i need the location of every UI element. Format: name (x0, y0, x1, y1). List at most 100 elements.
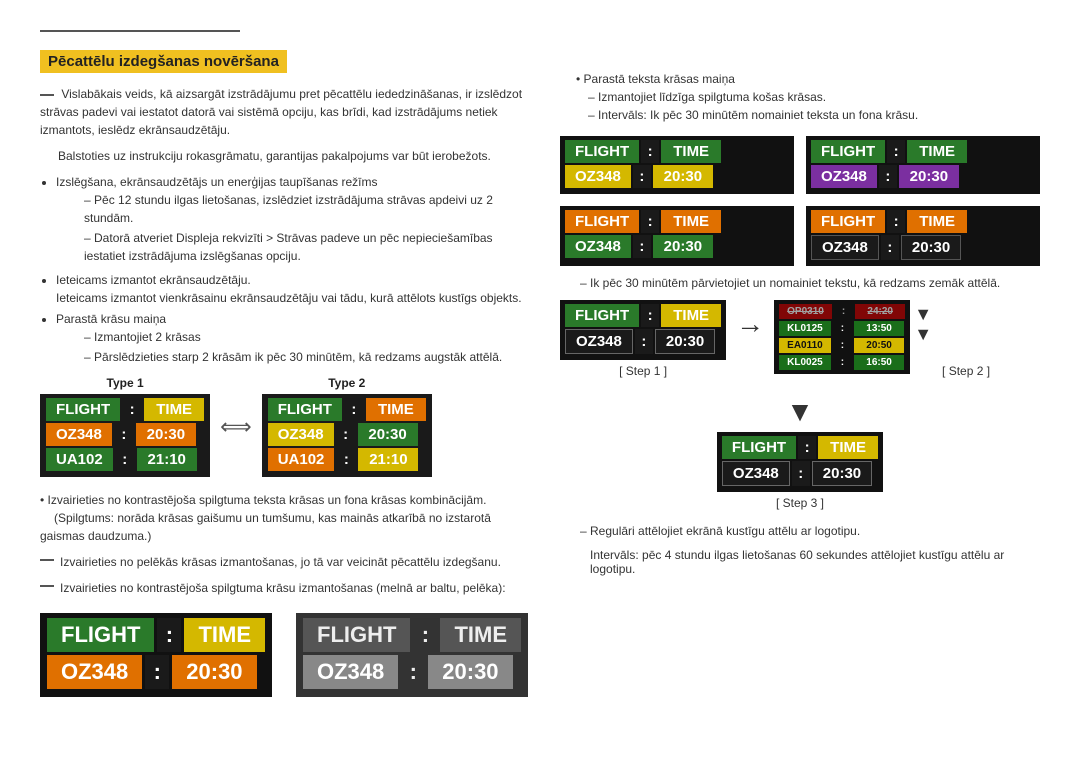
rb3-flight: OZ348 (565, 235, 631, 258)
rb2-h-colon: : (887, 140, 905, 163)
type1-flight2: UA102 (46, 448, 113, 471)
rb4-h-flight: FLIGHT (811, 210, 885, 233)
down-arrow-2: ▼ (914, 325, 932, 345)
step1-board: FLIGHT : TIME OZ348 : 20:30 (560, 300, 726, 360)
type1-board: FLIGHT : TIME OZ348 : 20:30 UA102 : (40, 394, 210, 477)
rb1-header: FLIGHT : TIME (565, 140, 789, 163)
rb1-h-flight: FLIGHT (565, 140, 639, 163)
page-container: Pēcattēlu izdegšanas novēršana Vislabāka… (0, 0, 1080, 727)
bullet-item-3: Parastā krāsu maiņa Izmantojiet 2 krāsas… (56, 310, 530, 366)
down-arrows: ▼ ▼ (914, 305, 932, 345)
avoid-note3-row: Izvairieties no kontrastējoša spilgtuma … (40, 579, 530, 597)
s2r2-flight: KL0125 (779, 321, 831, 336)
rb4-flight: OZ348 (811, 235, 879, 260)
rb4-row1: OZ348 : 20:30 (811, 235, 1035, 260)
main-bullets: Izslēgšana, ekrānsaudzētājs un enerģijas… (56, 173, 530, 366)
step3-board: FLIGHT : TIME OZ348 : 20:30 (717, 432, 883, 492)
type2-flight2: UA102 (268, 448, 335, 471)
type1-label: Type 1 (40, 376, 210, 390)
dash-1a: Pēc 12 stundu ilgas lietošanas, izslēdzi… (84, 191, 530, 227)
type1-section: Type 1 FLIGHT : TIME OZ348 : 20:30 (40, 376, 210, 477)
right-boards-grid: FLIGHT : TIME OZ348 : 20:30 FLIGHT : (560, 136, 1040, 266)
rb4-colon: : (881, 235, 899, 260)
step2-board: OP0310 : 24:20 KL0125 : 13:50 EA0110 : (774, 300, 910, 374)
large-board1-h-time: TIME (184, 618, 265, 652)
type2-header-colon: : (344, 398, 364, 421)
rb2-colon: : (879, 165, 897, 188)
step2-section: OP0310 : 24:20 KL0125 : 13:50 EA0110 : (774, 300, 932, 374)
large-board2-time1: 20:30 (428, 655, 512, 689)
type1-header-flight: FLIGHT (46, 398, 120, 421)
rb4-time: 20:30 (901, 235, 961, 260)
step2-scroll-row2: KL0125 : 13:50 (779, 321, 905, 336)
right-board-2: FLIGHT : TIME OZ348 : 20:30 (806, 136, 1040, 194)
step3-time: 20:30 (812, 461, 872, 486)
large-board2-flight1: OZ348 (303, 655, 398, 689)
type2-time1: 20:30 (358, 423, 418, 446)
right-board-4: FLIGHT : TIME OZ348 : 20:30 (806, 206, 1040, 266)
step3-flight: OZ348 (722, 461, 790, 486)
step3-arrow-down: ▼ (786, 396, 814, 428)
rb1-colon: : (633, 165, 651, 188)
rb2-row1: OZ348 : 20:30 (811, 165, 1035, 188)
type1-time2: 21:10 (137, 448, 197, 471)
left-column: Pēcattēlu izdegšanas novēršana Vislabāka… (40, 50, 530, 697)
rb3-header: FLIGHT : TIME (565, 210, 789, 233)
large-board2-h-flight: FLIGHT (303, 618, 410, 652)
rb2-header: FLIGHT : TIME (811, 140, 1035, 163)
right-dash2: Intervāls: Ik pēc 30 minūtēm nomainiet t… (588, 106, 1040, 124)
rb3-h-flight: FLIGHT (565, 210, 639, 233)
step1-h-colon: : (641, 304, 659, 327)
rb2-h-flight: FLIGHT (811, 140, 885, 163)
type1-flight1: OZ348 (46, 423, 112, 446)
type1-header-colon1: : (122, 398, 142, 421)
s2r1-time: 24:20 (855, 304, 905, 319)
s2r4-flight: KL0025 (779, 355, 831, 370)
steps-row: FLIGHT : TIME OZ348 : 20:30 [ Step 1 ] → (560, 300, 1040, 378)
rb1-h-time: TIME (661, 140, 721, 163)
step2-scroll-row3: EA0110 : 20:50 (779, 338, 905, 353)
large-board-2: FLIGHT : TIME OZ348 : 20:30 (296, 613, 528, 697)
down-arrow-1: ▼ (914, 305, 932, 325)
final-notes: Regulāri attēlojiet ekrānā kustīgu attēl… (560, 524, 1040, 576)
step2-label-container: [ Step 2 ] (942, 360, 990, 378)
large-board1-row1: OZ348 : 20:30 (47, 655, 265, 689)
rb3-colon: : (633, 235, 651, 258)
large-board2-header: FLIGHT : TIME (303, 618, 521, 652)
step2-scroll-row4: KL0025 : 16:50 (779, 355, 905, 370)
type2-row2: UA102 : 21:10 (268, 448, 426, 471)
type2-section: Type 2 FLIGHT : TIME OZ348 : 20:30 (262, 376, 432, 477)
type2-time2: 21:10 (358, 448, 418, 471)
type2-header-flight: FLIGHT (268, 398, 342, 421)
type1-header-row: FLIGHT : TIME (46, 398, 204, 421)
s2r1-flight: OP0310 (779, 304, 832, 319)
s2r3-flight: EA0110 (779, 338, 831, 353)
scroll-note: Ik pēc 30 minūtēm pārvietojiet un nomain… (580, 276, 1040, 290)
step3-row1: OZ348 : 20:30 (722, 461, 878, 486)
type2-header-time: TIME (366, 398, 426, 421)
step3-header: FLIGHT : TIME (722, 436, 878, 459)
avoid-note2-row: Izvairieties no pelēkās krāsas izmantoša… (40, 553, 530, 571)
type2-header-row: FLIGHT : TIME (268, 398, 426, 421)
rb2-time: 20:30 (899, 165, 959, 188)
step1-label: [ Step 1 ] (560, 364, 726, 378)
step3-h-colon: : (798, 436, 816, 459)
rb4-h-colon: : (887, 210, 905, 233)
large-board2-h-time: TIME (440, 618, 521, 652)
rb1-row1: OZ348 : 20:30 (565, 165, 789, 188)
rb1-h-colon: : (641, 140, 659, 163)
step1-h-time: TIME (661, 304, 721, 327)
large-board1-flight1: OZ348 (47, 655, 142, 689)
type1-row1: OZ348 : 20:30 (46, 423, 204, 446)
bullet1-dashes: Pēc 12 stundu ilgas lietošanas, izslēdzi… (84, 191, 530, 265)
rb2-h-time: TIME (907, 140, 967, 163)
type1-header-time: TIME (144, 398, 204, 421)
large-board2-h-colon: : (413, 618, 437, 652)
s2r2-time: 13:50 (854, 321, 904, 336)
s2r4-colon: : (833, 355, 852, 370)
s2r3-time: 20:50 (854, 338, 904, 353)
step1-row1: OZ348 : 20:30 (565, 329, 721, 354)
step2-label: [ Step 2 ] (942, 364, 990, 378)
step1-colon: : (635, 329, 653, 354)
rb2-flight: OZ348 (811, 165, 877, 188)
